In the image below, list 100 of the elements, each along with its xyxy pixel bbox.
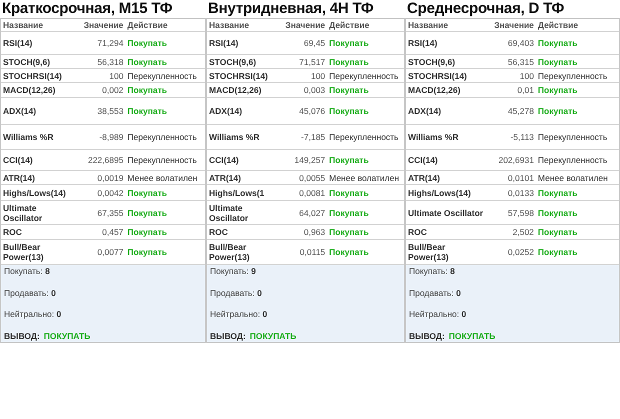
summary-count: Покупать: 8 [4, 266, 51, 276]
indicator-action: Покупать [328, 56, 370, 66]
indicator-value: 56,318 [96, 56, 124, 66]
indicator-action: Покупать [126, 85, 168, 95]
indicator-name: Bull/Bear Power(13) [407, 242, 450, 262]
indicator-value: 0,002 [101, 85, 124, 95]
indicator-name: Williams %R [2, 132, 54, 142]
column-header: Название [2, 20, 44, 30]
indicator-value: 0,963 [302, 227, 326, 237]
indicator-action: Покупать [328, 227, 370, 237]
indicator-name: CCI(14) [407, 155, 439, 165]
indicator-name: STOCHRSI(14) [208, 70, 269, 80]
indicator-action: Покупать [328, 188, 370, 198]
summary-count: Нейтрально: 0 [4, 309, 62, 320]
indicator-action: Перекупленность [328, 70, 400, 80]
column-header: Название [208, 20, 250, 30]
indicator-value: 0,01 [516, 85, 535, 95]
indicator-name: STOCH(9,6) [208, 56, 258, 66]
summary-count: Покупать: 9 [210, 266, 257, 276]
indicator-action: Покупать [536, 208, 578, 218]
indicator-value: 0,457 [101, 227, 124, 237]
indicator-value: 222,6895 [86, 155, 124, 165]
indicator-value: 2,502 [512, 227, 535, 237]
indicator-name: ATR(14) [407, 172, 441, 182]
indicator-name: Bull/Bear Power(13) [2, 242, 45, 262]
indicator-value: 69,45 [302, 38, 326, 48]
panel-title: Среднесрочная, D ТФ [406, 0, 566, 18]
indicator-value: 0,0042 [96, 188, 124, 198]
indicator-action: Покупать [536, 247, 578, 257]
indicator-value: 69,403 [506, 38, 535, 48]
indicator-action: Покупать [536, 56, 578, 66]
indicator-name: ATR(14) [2, 172, 36, 182]
indicator-action: Перекупленность [536, 70, 608, 80]
indicator-value: -5,113 [509, 132, 535, 142]
indicator-name: Williams %R [208, 132, 260, 142]
panel-title: Краткосрочная, M15 ТФ [1, 0, 174, 18]
indicator-action: Перекупленность [126, 155, 198, 165]
indicator-action: Покупать [126, 38, 168, 48]
indicator-value: 0,0133 [506, 188, 535, 198]
indicator-value: 0,0252 [506, 247, 535, 257]
indicator-action: Покупать [536, 85, 578, 95]
indicator-value: 45,076 [298, 106, 326, 116]
indicator-name: ADX(14) [208, 106, 244, 116]
column-header: Действие [328, 20, 370, 30]
indicator-action: Покупать [328, 38, 370, 48]
indicator-action: Перекупленность [126, 132, 198, 142]
indicator-name: ROC [2, 227, 23, 237]
indicator-name: CCI(14) [208, 155, 240, 165]
indicator-name: ATR(14) [208, 172, 242, 182]
indicator-name: CCI(14) [2, 155, 34, 165]
indicator-value: 0,0101 [506, 172, 535, 182]
panel-title: Внутридневная, 4H ТФ [207, 0, 375, 18]
indicator-name: RSI(14) [407, 38, 438, 48]
indicator-value: 149,257 [293, 155, 326, 165]
indicator-value: 45,278 [506, 106, 535, 116]
indicator-name: Highs/Lows(14) [407, 188, 472, 198]
indicator-action: Покупать [328, 247, 370, 257]
indicator-action: Перекупленность [536, 155, 608, 165]
column-header: Название [407, 20, 450, 30]
indicator-action: Покупать [328, 155, 370, 165]
indicator-value: 57,598 [506, 208, 535, 218]
indicator-value: 71,294 [96, 38, 124, 48]
indicator-name: RSI(14) [2, 38, 34, 48]
indicator-action: Покупать [126, 188, 168, 198]
indicator-value: 0,003 [302, 85, 326, 95]
indicator-action: Покупать [126, 56, 168, 66]
indicator-name: ROC [407, 227, 428, 237]
indicator-name: RSI(14) [208, 38, 240, 48]
indicator-name: Highs/Lows(1 [208, 188, 266, 198]
indicator-action: Перекупленность [328, 132, 400, 142]
indicator-action: Покупать [126, 208, 168, 218]
indicator-name: STOCH(9,6) [2, 56, 52, 66]
indicator-value: 71,517 [298, 56, 326, 66]
indicator-action: Покупать [126, 247, 168, 257]
indicator-value: 56,315 [506, 56, 535, 66]
indicator-value: 0,0019 [96, 172, 124, 182]
indicator-action: Перекупленность [536, 132, 608, 142]
indicator-name: Williams %R [407, 132, 460, 142]
indicator-name: ADX(14) [407, 106, 442, 116]
indicator-action: Покупать [536, 106, 578, 116]
indicator-action: Менее волатилен [126, 172, 198, 182]
summary-count: Нейтрально: 0 [210, 309, 268, 320]
summary-count: Нейтрально: 0 [409, 309, 468, 320]
conclusion: ВЫВОД: ПОКУПАТЬ [409, 330, 496, 341]
indicator-value: -7,185 [300, 132, 326, 142]
indicator-name: ROC [208, 227, 229, 237]
conclusion: ВЫВОД: ПОКУПАТЬ [4, 330, 92, 341]
column-header: Действие [536, 20, 580, 30]
indicator-action: Покупать [328, 85, 370, 95]
summary-count: Покупать: 8 [409, 266, 456, 276]
indicator-action: Покупать [126, 227, 168, 237]
indicator-name: ADX(14) [2, 106, 38, 116]
indicator-name: MACD(12,26) [407, 85, 462, 95]
indicator-name: Bull/Bear Power(13) [208, 242, 251, 262]
summary-count: Продавать: 0 [210, 288, 263, 298]
indicator-value: 202,6931 [497, 155, 535, 165]
indicator-action: Покупать [328, 208, 370, 218]
indicator-action: Покупать [126, 106, 168, 116]
indicator-value: 0,0077 [96, 247, 124, 257]
indicator-name: STOCHRSI(14) [2, 70, 63, 80]
